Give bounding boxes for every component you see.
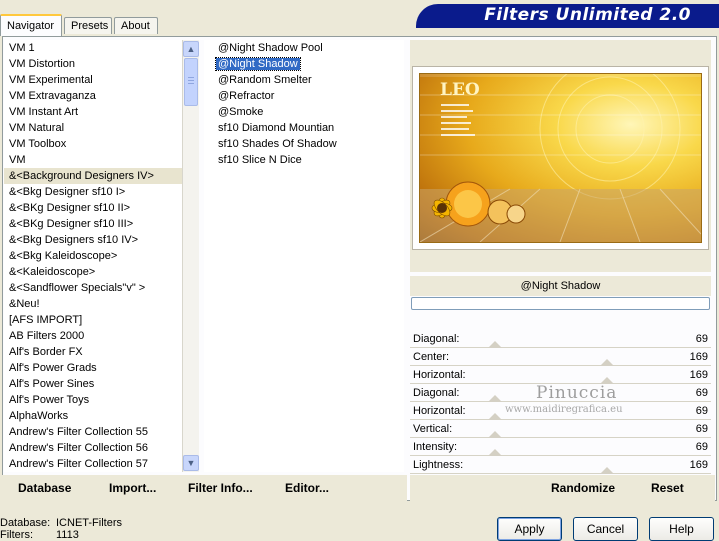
- category-item[interactable]: Alf's Border FX: [4, 344, 182, 360]
- category-item[interactable]: Alf's Power Toys: [4, 392, 182, 408]
- filter-list[interactable]: @Night Shadow Pool @Night Shadow @Random S…: [204, 40, 404, 472]
- category-list[interactable]: VM 1 VM Distortion VM Experimental VM Extra…: [4, 40, 182, 472]
- filter-item[interactable]: @Random Smelter: [204, 72, 404, 88]
- filter-item[interactable]: @Night Shadow: [204, 56, 404, 72]
- category-item[interactable]: Andrew's Filter Collection 56: [4, 440, 182, 456]
- parameter-slider[interactable]: Diagonal: 69: [410, 330, 711, 348]
- category-item[interactable]: VM Natural: [4, 120, 182, 136]
- category-item[interactable]: &<Bkg Designer sf10 I>: [4, 184, 182, 200]
- scroll-up-arrow-icon[interactable]: ▲: [183, 41, 199, 57]
- category-item[interactable]: &<Kaleidoscope>: [4, 264, 182, 280]
- editor-button[interactable]: Editor...: [285, 481, 329, 495]
- slider-knob[interactable]: [487, 413, 502, 420]
- category-item[interactable]: AlphaWorks: [4, 408, 182, 424]
- tab-presets[interactable]: Presets: [64, 17, 112, 34]
- title-banner: Filters Unlimited 2.0: [416, 4, 719, 28]
- category-item[interactable]: VM Toolbox: [4, 136, 182, 152]
- tab-navigator[interactable]: Navigator: [0, 14, 62, 36]
- database-value: ICNET-Filters: [56, 517, 122, 529]
- slider-knob[interactable]: [487, 449, 502, 456]
- database-label: Database:: [0, 517, 51, 529]
- category-item[interactable]: VM Distortion: [4, 56, 182, 72]
- category-item[interactable]: VM 1: [4, 40, 182, 56]
- watermark-name: Pinuccia: [536, 383, 618, 403]
- category-item[interactable]: Alf's Power Sines: [4, 376, 182, 392]
- filter-item-label: sf10 Shades Of Shadow: [218, 138, 337, 150]
- cancel-button[interactable]: Cancel: [573, 517, 638, 541]
- scroll-down-arrow-icon[interactable]: ▼: [183, 455, 199, 471]
- app-title: Filters Unlimited 2.0: [484, 5, 691, 25]
- parameter-toolbar: Randomize Reset: [410, 475, 715, 501]
- filter-item-label: @Night Shadow Pool: [218, 42, 323, 54]
- randomize-button[interactable]: Randomize: [551, 481, 615, 495]
- filter-item-label: @Random Smelter: [218, 74, 312, 86]
- category-item[interactable]: &<Sandflower Specials"v" >: [4, 280, 182, 296]
- slider-knob[interactable]: [600, 467, 615, 474]
- tab-about[interactable]: About: [114, 17, 158, 34]
- slider-knob[interactable]: [600, 359, 615, 366]
- filters-label: Filters:: [0, 529, 33, 541]
- category-item[interactable]: Alf's Power Grads: [4, 360, 182, 376]
- filter-item-label: @Night Shadow: [215, 57, 301, 71]
- watermark-url: www.maidiregrafica.eu: [505, 404, 623, 415]
- parameter-slider[interactable]: Intensity: 69: [410, 438, 711, 456]
- import-button[interactable]: Import...: [109, 481, 156, 495]
- slider-knob[interactable]: [487, 431, 502, 438]
- slider-knob[interactable]: [487, 341, 502, 348]
- apply-button[interactable]: Apply: [497, 517, 562, 541]
- filter-item[interactable]: sf10 Slice N Dice: [204, 152, 404, 168]
- category-item[interactable]: Andrew's Filter Collection 57: [4, 456, 182, 472]
- category-item[interactable]: &<BKg Designer sf10 III>: [4, 216, 182, 232]
- preview-logo-text: LEO: [440, 80, 480, 100]
- filter-item[interactable]: @Night Shadow Pool: [204, 40, 404, 56]
- list-toolbar: Database Import... Filter Info... Editor…: [2, 475, 407, 501]
- category-item[interactable]: Andrew's Filter Collection 55: [4, 424, 182, 440]
- progress-bar: [411, 297, 710, 310]
- filter-item[interactable]: @Smoke: [204, 104, 404, 120]
- category-item[interactable]: VM Experimental: [4, 72, 182, 88]
- filter-item[interactable]: sf10 Diamond Mountian: [204, 120, 404, 136]
- category-item[interactable]: VM Extravaganza: [4, 88, 182, 104]
- category-item[interactable]: AB Filters 2000: [4, 328, 182, 344]
- category-item[interactable]: &<Bkg Designers sf10 IV>: [4, 232, 182, 248]
- filter-info-button[interactable]: Filter Info...: [188, 481, 253, 495]
- category-item[interactable]: &Neu!: [4, 296, 182, 312]
- parameter-slider[interactable]: Lightness: 169: [410, 456, 711, 474]
- category-item[interactable]: &<Bkg Kaleidoscope>: [4, 248, 182, 264]
- category-item[interactable]: VM: [4, 152, 182, 168]
- database-button[interactable]: Database: [18, 481, 71, 495]
- reset-button[interactable]: Reset: [651, 481, 684, 495]
- filter-item-label: sf10 Diamond Mountian: [218, 122, 335, 134]
- filter-item[interactable]: @Refractor: [204, 88, 404, 104]
- preview-artwork: LEO: [419, 73, 702, 243]
- parameter-slider[interactable]: Horizontal: 169: [410, 366, 711, 384]
- parameter-slider[interactable]: Vertical: 69: [410, 420, 711, 438]
- category-item[interactable]: VM Instant Art: [4, 104, 182, 120]
- filters-value: 1113: [56, 529, 79, 541]
- category-item[interactable]: &<Background Designers IV>: [4, 168, 182, 184]
- current-filter-name: @Night Shadow: [410, 276, 711, 296]
- scroll-thumb[interactable]: [184, 58, 198, 106]
- filter-item-label: @Refractor: [218, 90, 275, 102]
- category-item[interactable]: &<BKg Designer sf10 II>: [4, 200, 182, 216]
- filter-item-label: @Smoke: [218, 106, 264, 118]
- slider-track[interactable]: [410, 469, 711, 474]
- filter-item[interactable]: sf10 Shades Of Shadow: [204, 136, 404, 152]
- preview-image: LEO: [412, 66, 709, 250]
- parameter-slider[interactable]: Center: 169: [410, 348, 711, 366]
- category-item[interactable]: [AFS IMPORT]: [4, 312, 182, 328]
- slider-knob[interactable]: [487, 395, 502, 402]
- filter-item-label: sf10 Slice N Dice: [218, 154, 302, 166]
- category-scrollbar[interactable]: ▲ ▼: [182, 40, 199, 472]
- help-button[interactable]: Help: [649, 517, 714, 541]
